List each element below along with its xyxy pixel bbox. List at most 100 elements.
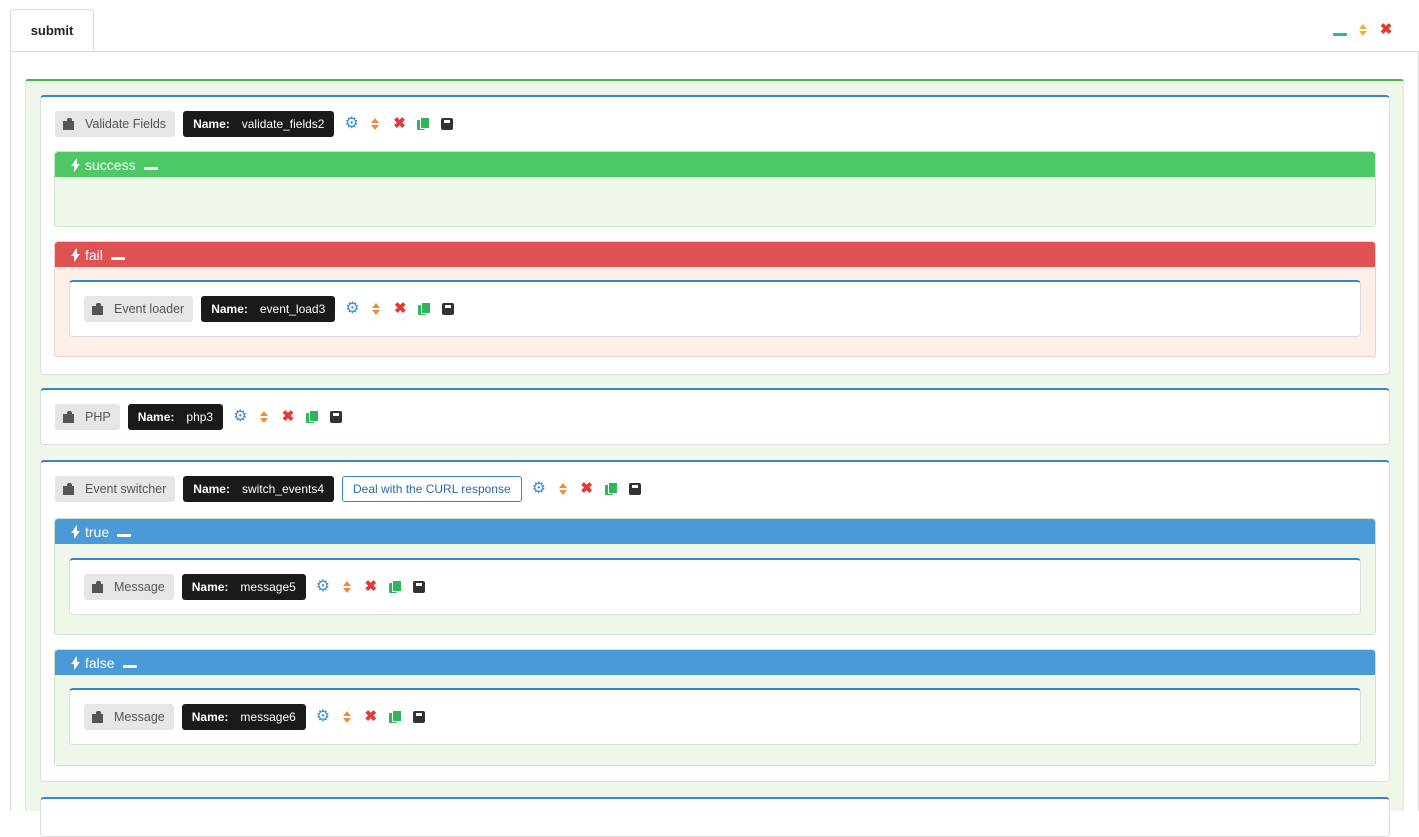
block-type-badge[interactable]: Message (84, 574, 174, 600)
action-block-event-switcher: Event switcher Name: switch_events4 Deal … (40, 460, 1390, 782)
delete-icon[interactable]: ✖ (393, 301, 407, 316)
save-icon[interactable] (441, 302, 455, 316)
bolt-icon (71, 656, 79, 670)
minimize-icon[interactable] (117, 534, 132, 537)
minimize-icon[interactable] (110, 257, 125, 260)
event-false: false Message Name: message6 ⚙ ✖ (54, 649, 1376, 766)
name-label: Name: (193, 117, 230, 131)
block-name-value: message6 (240, 710, 296, 724)
event-fail: fail Event loader Name: event_load3 ⚙ ✖ (54, 241, 1376, 357)
name-label: Name: (193, 482, 230, 496)
copy-icon[interactable] (417, 302, 432, 316)
puzzle-icon (63, 411, 77, 423)
minimize-icon[interactable] (1333, 22, 1347, 38)
event-label: true (85, 523, 110, 540)
copy-icon[interactable] (388, 580, 402, 594)
minimize-icon[interactable] (143, 167, 158, 170)
puzzle-icon (63, 483, 77, 495)
gear-icon[interactable]: ⚙ (316, 709, 330, 725)
block-type-badge[interactable]: Event loader (84, 296, 194, 322)
block-type-label: Event loader (114, 302, 185, 316)
tab-content: Validate Fields Name: validate_fields2 ⚙ … (10, 51, 1419, 837)
block-name-value: event_load3 (259, 302, 326, 316)
delete-icon[interactable]: ✖ (392, 116, 406, 131)
copy-icon[interactable] (388, 710, 402, 724)
sort-icon[interactable] (369, 302, 383, 316)
event-true: true Message Name: message5 ⚙ ✖ (54, 518, 1376, 635)
block-type-label: Event switcher (85, 482, 167, 496)
event-header[interactable]: false (55, 650, 1375, 675)
block-name-value: switch_events4 (241, 482, 325, 496)
save-icon[interactable] (412, 580, 426, 594)
block-name-badge: Name: switch_events4 (183, 476, 335, 502)
event-label: success (85, 156, 136, 173)
name-label: Name: (137, 410, 175, 424)
block-type-badge[interactable]: PHP (55, 404, 120, 430)
name-label: Name: (191, 580, 229, 594)
sort-icon[interactable] (340, 710, 354, 724)
event-header[interactable]: fail (55, 242, 1375, 267)
event-success: success (54, 151, 1376, 227)
copy-icon[interactable] (305, 410, 320, 424)
block-type-label: Message (114, 580, 165, 594)
copy-icon[interactable] (604, 482, 618, 496)
minimize-icon[interactable] (122, 665, 137, 668)
block-name-badge: Name: validate_fields2 (183, 111, 335, 137)
action-block-php: PHP Name: php3 ⚙ ✖ (40, 388, 1390, 445)
block-name-value: message5 (240, 580, 296, 594)
block-description-badge: Deal with the CURL response (342, 476, 522, 502)
action-block-message: Message Name: message6 ⚙ ✖ (69, 688, 1361, 745)
puzzle-icon (92, 581, 106, 593)
action-block-validate-fields: Validate Fields Name: validate_fields2 ⚙ … (40, 95, 1390, 375)
sort-icon[interactable] (340, 580, 354, 594)
delete-icon[interactable]: ✖ (364, 579, 378, 594)
save-icon[interactable] (628, 482, 642, 496)
save-icon[interactable] (440, 117, 454, 131)
action-block-event-loader: Event loader Name: event_load3 ⚙ ✖ (69, 280, 1361, 337)
action-block-message: Message Name: message5 ⚙ ✖ (69, 558, 1361, 615)
name-label: Name: (191, 710, 229, 724)
sort-icon[interactable] (368, 117, 382, 131)
event-container: Validate Fields Name: validate_fields2 ⚙ … (25, 79, 1404, 837)
puzzle-icon (92, 711, 106, 723)
block-name-badge: Name: event_load3 (201, 296, 336, 322)
gear-icon[interactable]: ⚙ (233, 409, 247, 425)
block-type-label: PHP (85, 410, 111, 424)
bolt-icon (71, 158, 79, 172)
puzzle-icon (92, 303, 106, 315)
block-type-badge[interactable]: Validate Fields (55, 111, 176, 137)
save-icon[interactable] (329, 410, 343, 424)
block-name-badge: Name: message5 (181, 574, 306, 600)
block-name-badge: Name: php3 (127, 404, 224, 430)
puzzle-icon (63, 118, 77, 130)
gear-icon[interactable]: ⚙ (532, 481, 546, 497)
tab-submit[interactable]: submit (10, 9, 94, 51)
block-type-badge[interactable]: Event switcher (55, 476, 176, 502)
delete-icon[interactable]: ✖ (281, 409, 295, 424)
event-label: fail (85, 246, 103, 263)
sort-icon[interactable] (257, 410, 271, 424)
sort-icon[interactable] (556, 482, 570, 496)
gear-icon[interactable]: ⚙ (344, 116, 358, 132)
sort-icon[interactable] (1356, 22, 1370, 38)
tab-bar: submit ✖ (10, 0, 1419, 52)
block-type-label: Validate Fields (85, 117, 167, 131)
copy-icon[interactable] (416, 117, 431, 131)
block-name-value: validate_fields2 (241, 117, 325, 131)
block-name-badge: Name: message6 (181, 704, 306, 730)
gear-icon[interactable]: ⚙ (316, 579, 330, 595)
panel-controls: ✖ (1333, 22, 1393, 38)
delete-icon[interactable]: ✖ (580, 481, 594, 496)
event-header[interactable]: true (55, 519, 1375, 544)
event-header[interactable]: success (55, 152, 1375, 177)
delete-icon[interactable]: ✖ (364, 709, 378, 724)
gear-icon[interactable]: ⚙ (345, 301, 359, 317)
bolt-icon (71, 525, 79, 539)
close-icon[interactable]: ✖ (1379, 22, 1393, 38)
block-type-label: Message (114, 710, 165, 724)
name-label: Name: (211, 302, 248, 316)
block-type-badge[interactable]: Message (84, 704, 174, 730)
block-name-value: php3 (186, 410, 214, 424)
bolt-icon (71, 248, 79, 262)
save-icon[interactable] (412, 710, 426, 724)
